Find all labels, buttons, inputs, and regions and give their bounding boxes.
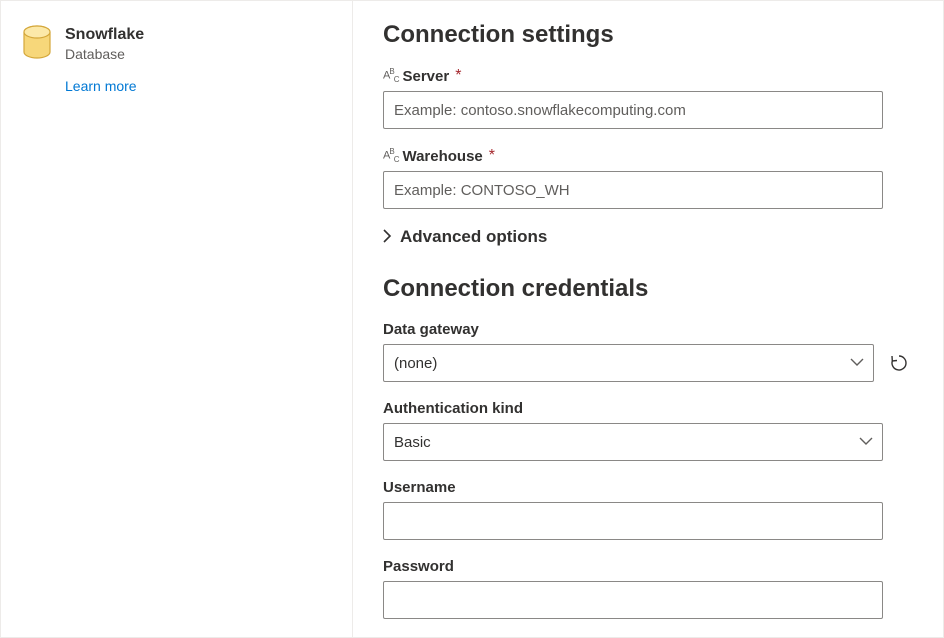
password-input[interactable] bbox=[383, 581, 883, 619]
gateway-field-group: Data gateway (none) bbox=[383, 321, 913, 382]
learn-more-link[interactable]: Learn more bbox=[65, 78, 144, 94]
server-input[interactable] bbox=[383, 91, 883, 129]
gateway-select-wrapper: (none) bbox=[383, 344, 874, 382]
connector-name: Snowflake bbox=[65, 25, 144, 44]
server-field-group: ABC Server * bbox=[383, 67, 913, 129]
gateway-label: Data gateway bbox=[383, 321, 913, 338]
warehouse-label-row: ABC Warehouse * bbox=[383, 147, 913, 165]
advanced-options-label: Advanced options bbox=[400, 227, 547, 247]
left-panel: Snowflake Database Learn more bbox=[1, 1, 353, 637]
connector-info: Snowflake Database Learn more bbox=[65, 25, 144, 94]
username-field-group: Username bbox=[383, 479, 913, 540]
warehouse-input[interactable] bbox=[383, 171, 883, 209]
password-label: Password bbox=[383, 558, 913, 575]
refresh-icon bbox=[889, 353, 909, 373]
warehouse-field-group: ABC Warehouse * bbox=[383, 147, 913, 209]
connection-settings-heading: Connection settings bbox=[383, 21, 913, 49]
connector-header: Snowflake Database Learn more bbox=[21, 25, 332, 94]
text-type-icon: ABC bbox=[383, 147, 398, 164]
auth-kind-label: Authentication kind bbox=[383, 400, 913, 417]
text-type-icon: ABC bbox=[383, 67, 398, 84]
password-field-group: Password bbox=[383, 558, 913, 619]
connection-credentials-heading: Connection credentials bbox=[383, 275, 913, 303]
warehouse-label: Warehouse bbox=[402, 148, 482, 165]
auth-kind-select-wrapper: Basic bbox=[383, 423, 883, 461]
advanced-options-toggle[interactable]: Advanced options bbox=[383, 227, 913, 247]
required-indicator: * bbox=[489, 147, 495, 165]
connector-type: Database bbox=[65, 46, 144, 62]
auth-kind-field-group: Authentication kind Basic bbox=[383, 400, 913, 461]
required-indicator: * bbox=[455, 67, 461, 85]
server-label: Server bbox=[402, 68, 449, 85]
chevron-right-icon bbox=[383, 229, 392, 246]
gateway-select-row: (none) bbox=[383, 344, 913, 382]
username-input[interactable] bbox=[383, 502, 883, 540]
database-icon bbox=[21, 25, 53, 61]
auth-kind-select[interactable]: Basic bbox=[383, 423, 883, 461]
refresh-button[interactable] bbox=[886, 349, 913, 377]
right-panel: Connection settings ABC Server * ABC War… bbox=[353, 1, 943, 637]
server-label-row: ABC Server * bbox=[383, 67, 913, 85]
dialog-container: Snowflake Database Learn more Connection… bbox=[0, 0, 944, 638]
username-label: Username bbox=[383, 479, 913, 496]
gateway-select[interactable]: (none) bbox=[383, 344, 874, 382]
